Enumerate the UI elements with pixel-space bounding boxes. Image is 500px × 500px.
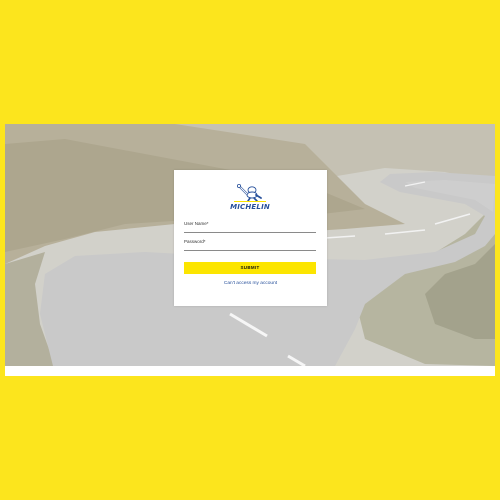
password-label: Password* [184, 239, 206, 244]
michelin-logo: MICHELIN [224, 182, 276, 212]
submit-button[interactable]: SUBMIT [184, 262, 316, 274]
username-label: User Name* [184, 221, 209, 226]
username-field[interactable]: User Name* [184, 221, 316, 233]
password-field[interactable]: Password* [184, 239, 316, 251]
bibendum-icon [234, 184, 266, 202]
login-screen: MICHELIN User Name* Password* SUBMIT Can… [5, 124, 495, 376]
login-card: MICHELIN User Name* Password* SUBMIT Can… [174, 170, 327, 306]
logo-wordmark: MICHELIN [230, 203, 270, 211]
cant-access-account-link[interactable]: Can't access my account [174, 281, 327, 287]
